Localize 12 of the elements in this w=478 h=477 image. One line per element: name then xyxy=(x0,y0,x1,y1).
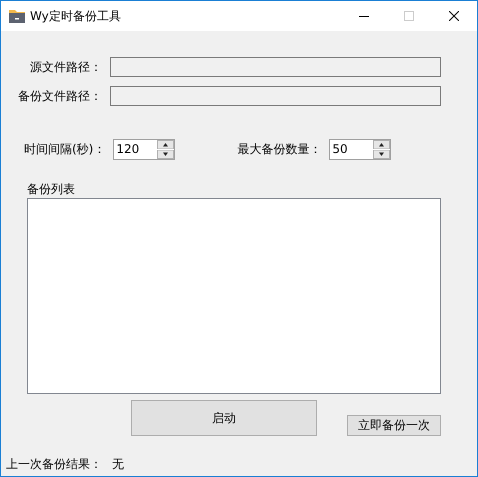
field-label: 最大备份数量： xyxy=(237,140,322,158)
status-label: 上一次备份结果： xyxy=(6,456,102,473)
status-value: 无 xyxy=(112,456,124,473)
close-icon[interactable] xyxy=(449,11,459,21)
folder-icon xyxy=(9,9,25,23)
start-button[interactable]: 启动 xyxy=(131,400,317,436)
field-label: 备份文件路径： xyxy=(17,88,102,104)
window-title: Wy定时备份工具 xyxy=(30,8,121,24)
list-label: 备份列表 xyxy=(27,181,76,197)
backup-now-button[interactable]: 立即备份一次 xyxy=(347,415,441,436)
field-label: 时间间隔(秒)： xyxy=(24,140,106,158)
field-label: 源文件路径： xyxy=(29,58,102,76)
